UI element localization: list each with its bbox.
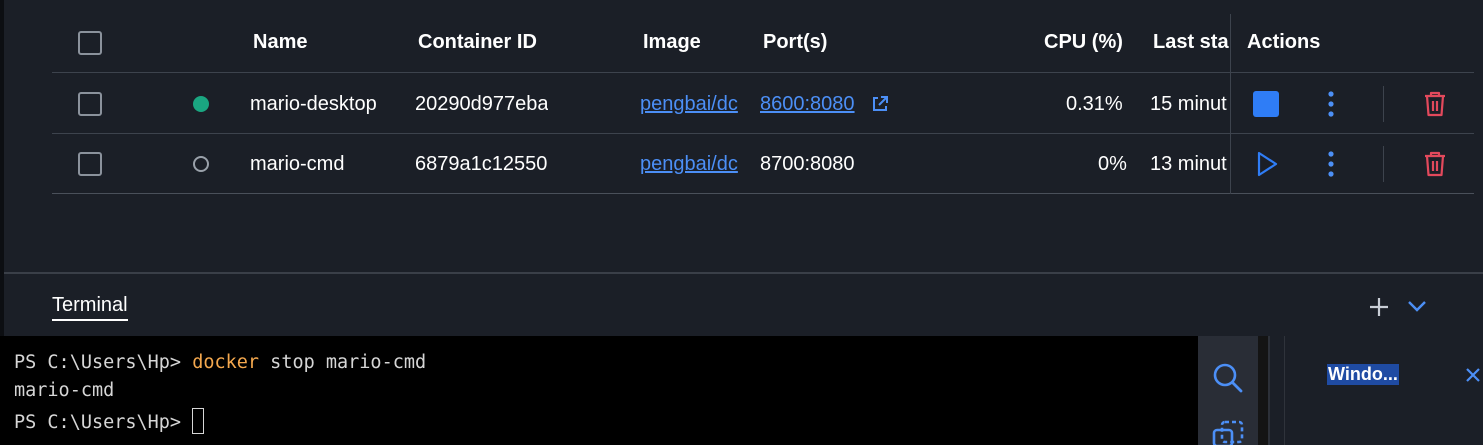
status-running-indicator (193, 96, 209, 112)
delete-icon[interactable] (1423, 90, 1447, 118)
header-cpu[interactable]: CPU (%) (1044, 31, 1123, 54)
image-link[interactable]: pengbai/dc (640, 92, 748, 116)
terminal-output[interactable]: PS C:\Users\Hp> docker stop mario-cmd ma… (0, 336, 1198, 445)
search-icon[interactable] (1212, 362, 1244, 394)
more-options-icon[interactable] (1326, 91, 1336, 117)
select-all-checkbox[interactable] (78, 31, 102, 55)
command-args: stop mario-cmd (259, 352, 427, 373)
last-started: 13 minut (1150, 153, 1227, 175)
container-id: 6879a1c12550 (415, 153, 548, 175)
prompt: PS C:\Users\Hp> (14, 412, 193, 433)
chevron-down-icon[interactable] (1407, 299, 1427, 313)
actions-divider (1383, 146, 1384, 182)
close-icon[interactable] (1465, 367, 1481, 383)
actions-divider (1383, 86, 1384, 122)
header-ports[interactable]: Port(s) (763, 31, 827, 54)
containers-table: Name Container ID Image Port(s) CPU (%) … (52, 0, 1474, 195)
header-last-started[interactable]: Last sta (1153, 31, 1230, 54)
row-checkbox[interactable] (78, 92, 102, 116)
table-header: Name Container ID Image Port(s) CPU (%) … (52, 0, 1474, 73)
actions-column-divider (1230, 14, 1231, 194)
external-link-icon[interactable] (871, 95, 889, 113)
prompt: PS C:\Users\Hp> (14, 352, 193, 373)
cpu-usage: 0% (1098, 153, 1127, 175)
image-link[interactable]: pengbai/dc (640, 152, 748, 176)
cpu-usage: 0.31% (1066, 93, 1123, 115)
table-row[interactable]: mario-desktop 20290d977eba pengbai/dc 86… (52, 74, 1474, 134)
command-keyword: docker (192, 352, 260, 373)
tab-terminal[interactable]: Terminal (52, 294, 128, 321)
start-icon[interactable] (1255, 150, 1279, 178)
terminal-prompt-line: PS C:\Users\Hp> (14, 408, 205, 434)
container-id: 20290d977eba (415, 93, 549, 115)
panel-splitter[interactable] (1258, 336, 1268, 445)
header-image[interactable]: Image (643, 31, 701, 54)
terminal-cursor (192, 408, 205, 434)
terminal-output-line: mario-cmd (14, 380, 115, 401)
panel-gap (1268, 336, 1284, 445)
stop-icon[interactable] (1253, 91, 1279, 117)
terminal-side-toolbar (1198, 336, 1258, 445)
header-name[interactable]: Name (253, 31, 307, 54)
table-row[interactable]: mario-cmd 6879a1c12550 pengbai/dc 8700:8… (52, 134, 1474, 194)
last-started: 15 minut (1150, 93, 1227, 115)
status-stopped-indicator (193, 156, 209, 172)
copy-icon[interactable] (1212, 420, 1244, 445)
ports: 8700:8080 (760, 153, 855, 175)
delete-icon[interactable] (1423, 150, 1447, 178)
row-checkbox[interactable] (78, 152, 102, 176)
container-name[interactable]: mario-desktop (250, 92, 377, 116)
header-actions: Actions (1247, 31, 1321, 53)
add-terminal-icon[interactable] (1368, 296, 1390, 318)
container-name[interactable]: mario-cmd (250, 152, 344, 176)
header-container-id[interactable]: Container ID (418, 31, 537, 54)
terminal-command-line: PS C:\Users\Hp> docker stop mario-cmd (14, 352, 426, 373)
window-label[interactable]: Windo... (1327, 364, 1399, 385)
window-panel: Windo... (1284, 336, 1483, 445)
more-options-icon[interactable] (1326, 151, 1336, 177)
port-link[interactable]: 8600:8080 (760, 92, 855, 116)
